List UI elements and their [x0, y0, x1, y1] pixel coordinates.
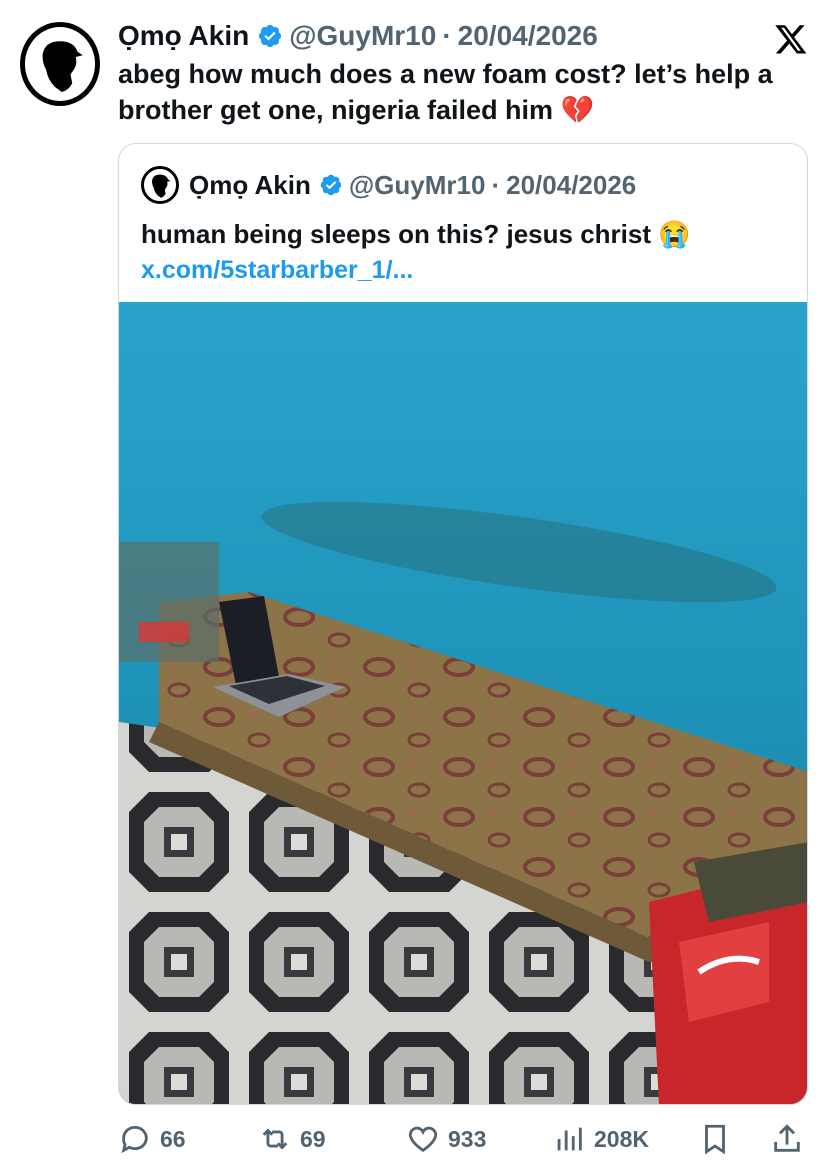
- quoted-header: Ọmọ Akin @GuyMr10 · 20/04/2026: [141, 166, 791, 204]
- tweet-header: Ọmọ Akin @GuyMr10 · 20/04/2026 abeg how …: [118, 18, 808, 128]
- x-logo-icon: [775, 25, 807, 54]
- views-icon: [557, 1127, 582, 1151]
- repost-icon: [262, 1128, 288, 1150]
- share-icon: [774, 1124, 800, 1152]
- views-button[interactable]: 208K: [552, 1122, 649, 1156]
- quoted-handle: @GuyMr10: [348, 169, 486, 200]
- quoted-link[interactable]: x.com/5starbarber_1/...: [141, 256, 413, 285]
- quoted-date: 20/04/2026: [506, 169, 637, 200]
- quoted-author-name: Ọmọ Akin: [189, 169, 311, 200]
- quoted-avatar: [141, 166, 179, 204]
- separator-dot: ·: [442, 20, 452, 51]
- reply-button[interactable]: 66: [118, 1122, 186, 1156]
- like-icon: [408, 1126, 438, 1153]
- author-avatar[interactable]: [20, 22, 100, 106]
- quoted-photo[interactable]: [119, 302, 807, 1104]
- separator-dot: ·: [491, 169, 501, 200]
- bookmark-icon: [705, 1124, 725, 1155]
- views-count: 208K: [594, 1126, 649, 1152]
- author-handle[interactable]: @GuyMr10: [289, 20, 436, 52]
- quoted-tweet[interactable]: Ọmọ Akin @GuyMr10 · 20/04/2026 human bei…: [118, 143, 808, 1105]
- share-button[interactable]: [770, 1122, 812, 1156]
- author-name[interactable]: Ọmọ Akin: [118, 20, 249, 52]
- tweet-date[interactable]: 20/04/2026: [458, 20, 598, 52]
- tweet-text: abeg how much does a new foam cost? let’…: [118, 59, 773, 125]
- action-bar: 66 69 933 208K: [118, 1118, 808, 1158]
- reply-icon: [121, 1126, 148, 1154]
- verified-badge-icon: [320, 174, 342, 196]
- verified-badge-icon: [259, 24, 282, 48]
- like-button[interactable]: 933: [406, 1122, 486, 1156]
- reply-count: 66: [160, 1126, 186, 1152]
- like-count: 933: [448, 1126, 487, 1152]
- bookmark-button[interactable]: [698, 1122, 740, 1156]
- repost-button[interactable]: 69: [258, 1122, 326, 1156]
- author-line: Ọmọ Akin @GuyMr10 · 20/04/2026: [118, 18, 808, 54]
- repost-count: 69: [300, 1126, 326, 1152]
- quoted-text: human being sleeps on this? jesus christ…: [141, 219, 691, 249]
